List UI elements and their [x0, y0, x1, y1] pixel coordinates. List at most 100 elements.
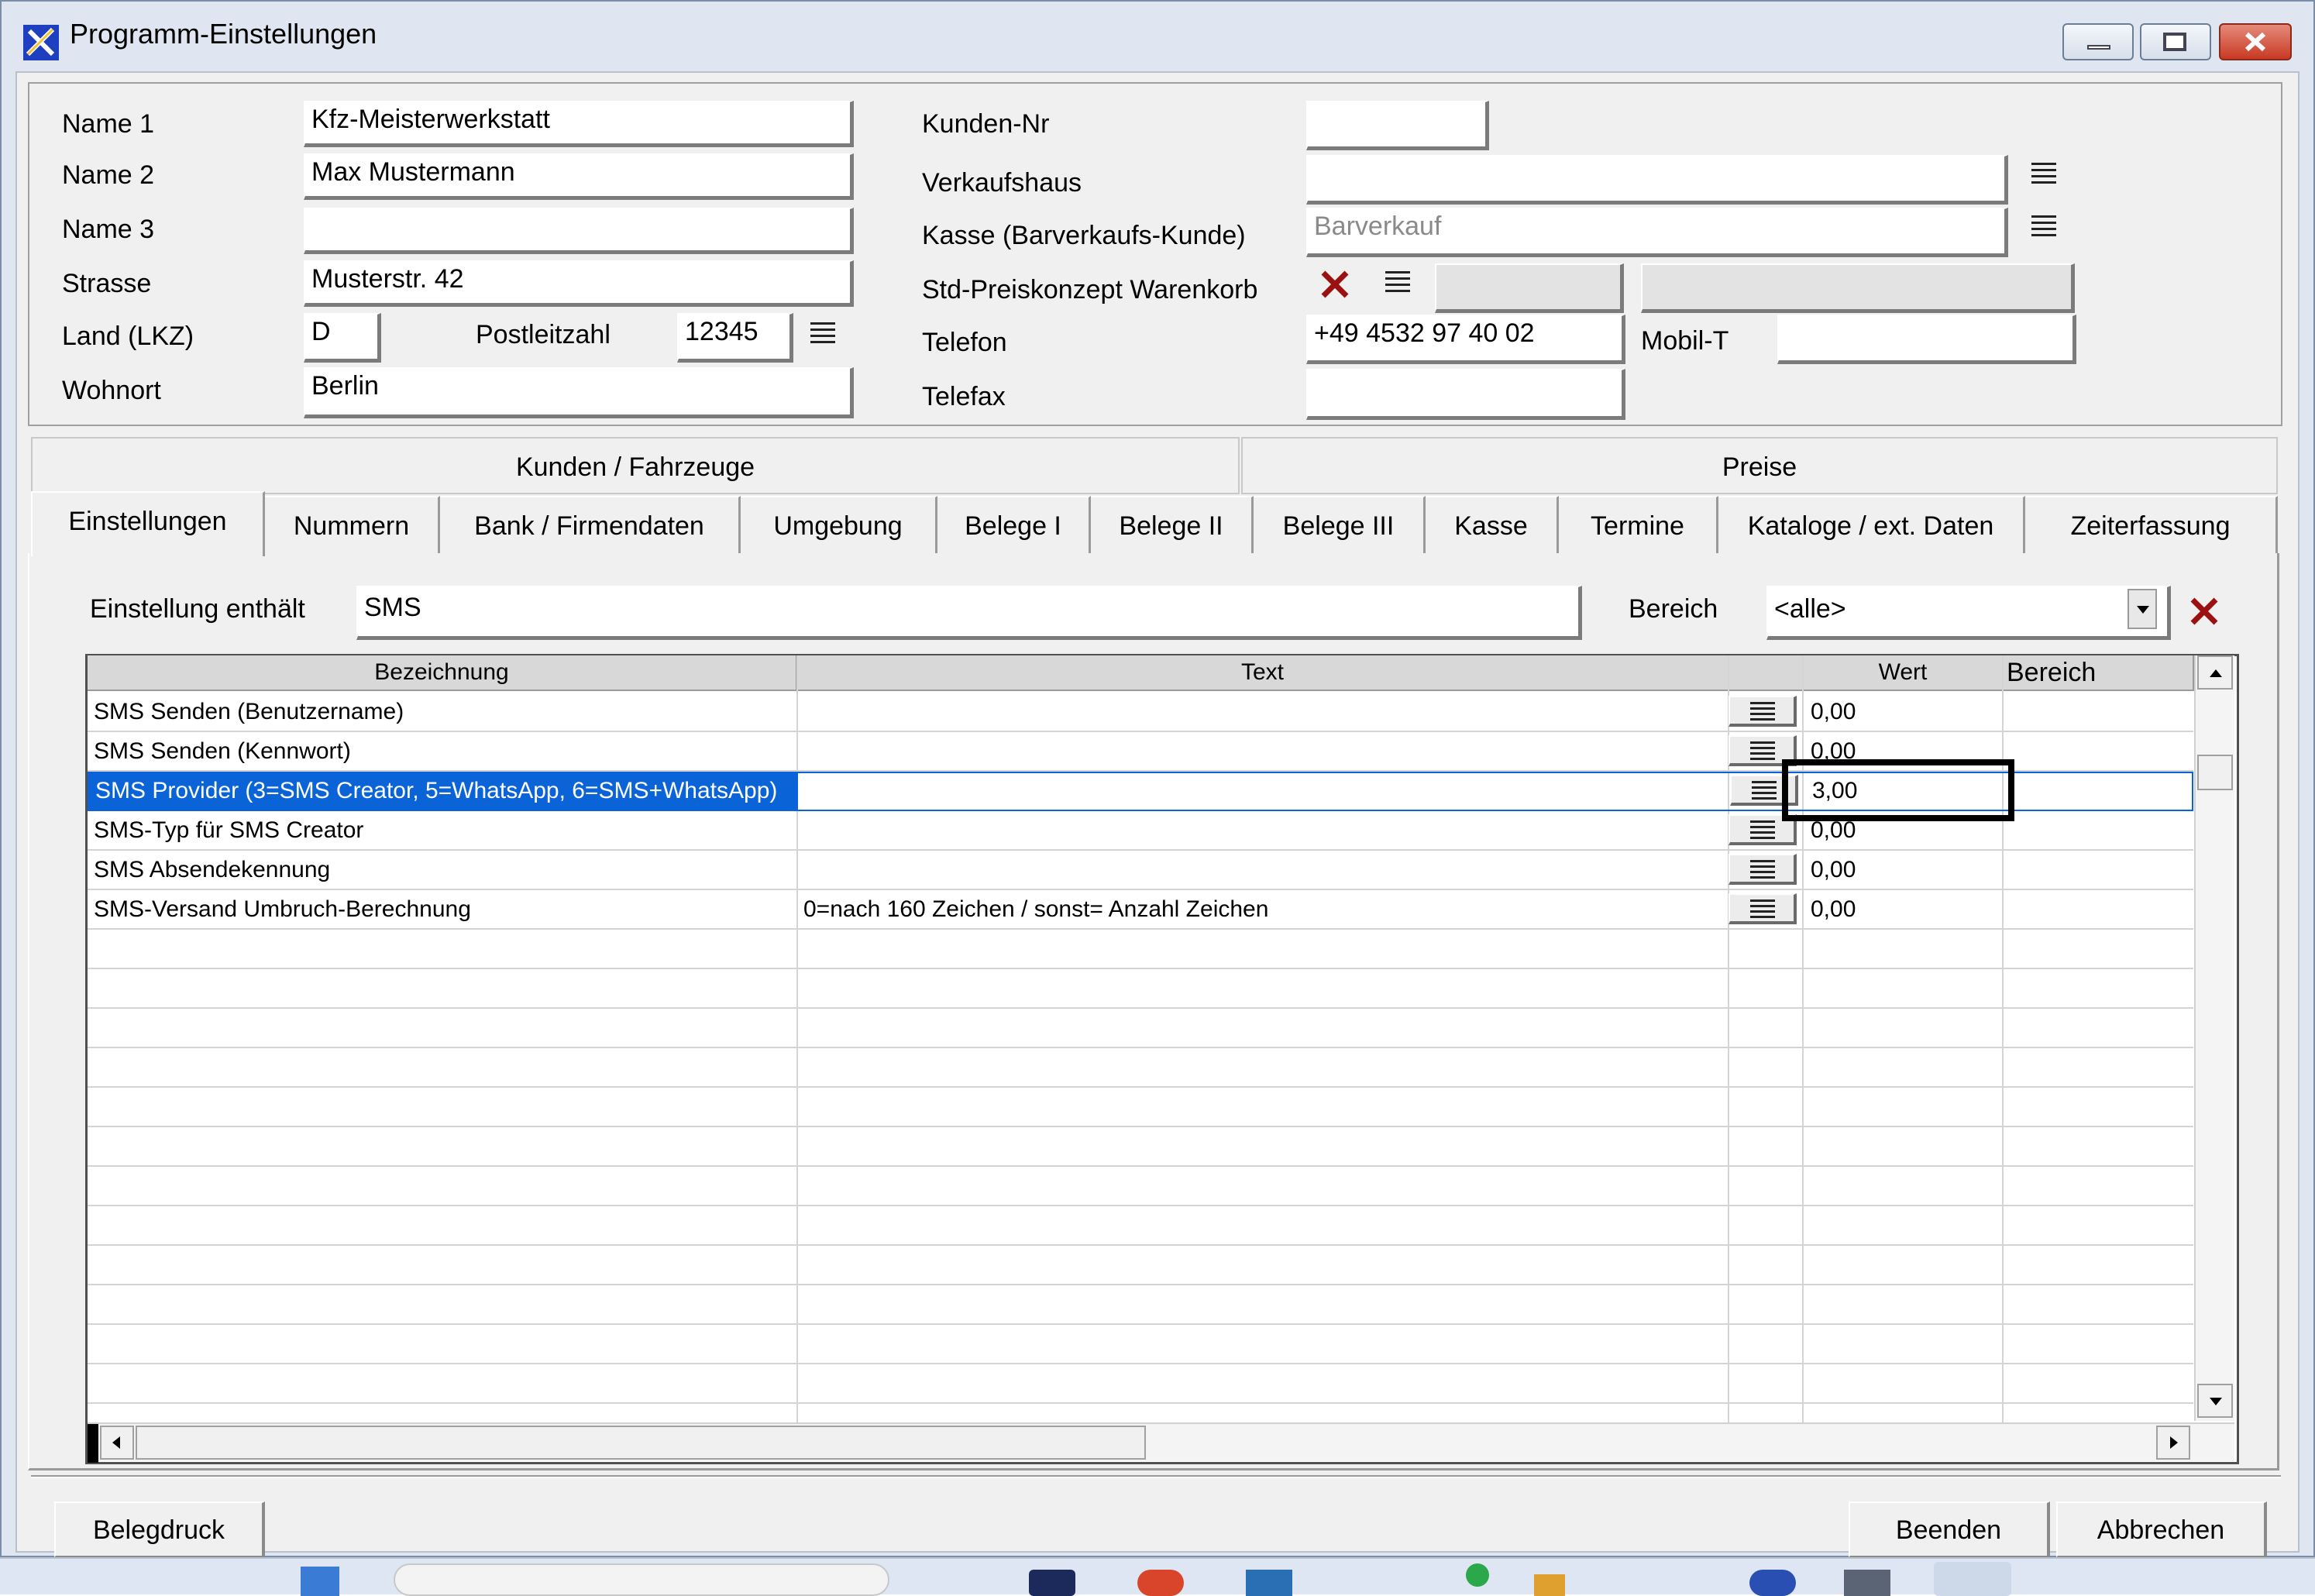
cell-wert[interactable]: 0,00	[1804, 693, 2003, 731]
clear-preiskonzept-icon[interactable]	[1319, 268, 1351, 301]
telefax-field[interactable]	[1306, 369, 1625, 420]
table-row[interactable]: SMS Absendekennung 0,00	[88, 851, 2193, 890]
empty-row	[88, 1325, 2193, 1364]
clear-filter-icon[interactable]	[2188, 595, 2220, 628]
cell-wert[interactable]: 0,00	[1804, 890, 2003, 928]
name2-field[interactable]: Max Mustermann	[304, 153, 854, 200]
beenden-button[interactable]: Beenden	[1849, 1501, 2050, 1557]
row-edit-button[interactable]	[1729, 696, 1797, 727]
tab-termine[interactable]: Termine	[1559, 496, 1718, 553]
filter-input[interactable]: SMS	[356, 586, 1582, 640]
minimize-button[interactable]	[2062, 23, 2134, 60]
scroll-down-button[interactable]	[2197, 1384, 2233, 1418]
telefon-label: Telefon	[922, 328, 1007, 357]
taskbar-app-active[interactable]	[1934, 1562, 2011, 1596]
name3-field[interactable]	[304, 208, 854, 254]
col-header-text[interactable]: Text	[797, 655, 1729, 691]
cell-wert[interactable]: 0,00	[1804, 851, 2003, 889]
tab-belege-1[interactable]: Belege I	[937, 496, 1091, 553]
highlight-box	[1782, 759, 2014, 821]
list-icon	[1749, 816, 1777, 844]
tab-belege-3[interactable]: Belege III	[1254, 496, 1426, 553]
tab-preise[interactable]: Preise	[1241, 437, 2278, 494]
wohnort-field[interactable]: Berlin	[304, 367, 854, 418]
col-header-bezeichnung[interactable]: Bezeichnung	[88, 655, 797, 691]
scroll-up-button[interactable]	[2197, 655, 2233, 690]
filter-label: Einstellung enthält	[90, 594, 305, 624]
tab-zeiterfassung[interactable]: Zeiterfassung	[2025, 496, 2278, 553]
cell-text[interactable]	[799, 772, 1729, 810]
taskbar-app-icon[interactable]	[1029, 1570, 1075, 1596]
plz-field[interactable]: 12345	[677, 313, 793, 363]
tab-kataloge[interactable]: Kataloge / ext. Daten	[1718, 496, 2025, 553]
scroll-right-button[interactable]	[2156, 1426, 2190, 1460]
kasse-list-icon[interactable]	[2030, 212, 2058, 240]
table-row[interactable]: SMS-Versand Umbruch-Berechnung 0=nach 16…	[88, 890, 2193, 930]
tab-nummern[interactable]: Nummern	[265, 496, 440, 553]
cell-text[interactable]	[797, 732, 1727, 770]
row-edit-button[interactable]	[1729, 893, 1797, 924]
cell-text[interactable]: 0=nach 160 Zeichen / sonst= Anzahl Zeich…	[797, 890, 1727, 928]
cell-bezeichnung: SMS Provider (3=SMS Creator, 5=WhatsApp,…	[89, 772, 798, 810]
mobil-field[interactable]	[1777, 315, 2076, 364]
bereich-dropdown-button[interactable]	[2128, 589, 2157, 629]
table-row[interactable]: SMS Senden (Benutzername) 0,00	[88, 693, 2193, 732]
belegdruck-button[interactable]: Belegdruck	[54, 1501, 265, 1557]
horizontal-scrollbar[interactable]	[88, 1422, 2234, 1463]
preiskonzept-list-icon[interactable]	[1384, 268, 1412, 296]
list-icon	[1749, 855, 1777, 883]
bereich-select[interactable]: <alle>	[1766, 586, 2171, 640]
taskbar-app-icon[interactable]	[1534, 1574, 1565, 1596]
strasse-field[interactable]: Musterstr. 42	[304, 260, 854, 307]
chevron-up-icon	[2210, 669, 2222, 677]
name3-label: Name 3	[62, 215, 155, 244]
kasse-label: Kasse (Barverkaufs-Kunde)	[922, 221, 1246, 250]
verkaufshaus-field[interactable]	[1306, 155, 2008, 205]
maximize-button[interactable]	[2140, 23, 2211, 60]
taskbar-app-icon[interactable]	[1246, 1570, 1292, 1596]
close-button[interactable]	[2219, 23, 2292, 60]
verkaufshaus-list-icon[interactable]	[2030, 160, 2058, 187]
scroll-thumb[interactable]	[136, 1426, 1146, 1460]
tab-umgebung[interactable]: Umgebung	[741, 496, 937, 553]
kasse-placeholder: Barverkauf	[1314, 212, 1442, 241]
tab-einstellungen[interactable]: Einstellungen	[31, 491, 265, 556]
strasse-label: Strasse	[62, 269, 152, 298]
empty-row	[88, 1206, 2193, 1246]
taskbar-app-icon[interactable]	[1844, 1570, 1890, 1596]
name1-field[interactable]: Kfz-Meisterwerkstatt	[304, 101, 854, 147]
scroll-thumb[interactable]	[2197, 755, 2233, 790]
cell-bezeichnung: SMS Senden (Kennwort)	[94, 738, 351, 764]
preiskonzept-name-field	[1641, 263, 2075, 313]
tab-kasse[interactable]: Kasse	[1426, 496, 1559, 553]
vertical-scrollbar[interactable]	[2194, 655, 2234, 1421]
tab-kunden-fahrzeuge[interactable]: Kunden / Fahrzeuge	[31, 437, 1240, 494]
abbrechen-button[interactable]: Abbrechen	[2056, 1501, 2267, 1557]
list-icon	[1749, 737, 1777, 765]
col-header-wert[interactable]: Wert	[1804, 655, 2004, 691]
taskbar-app-icon[interactable]	[1466, 1563, 1489, 1587]
tab-belege-2[interactable]: Belege II	[1091, 496, 1254, 553]
col-header-bereich[interactable]: Bereich	[2004, 655, 2194, 691]
name1-label: Name 1	[62, 109, 155, 139]
taskbar-search[interactable]	[394, 1563, 889, 1596]
telefon-field[interactable]: +49 4532 97 40 02	[1306, 315, 1625, 364]
kundennr-field[interactable]	[1306, 101, 1489, 150]
tab-bank-firmendaten[interactable]: Bank / Firmendaten	[440, 496, 741, 553]
start-icon[interactable]	[301, 1567, 339, 1596]
col-header-button	[1729, 655, 1804, 691]
taskbar-app-icon[interactable]	[1749, 1570, 1796, 1596]
kasse-field[interactable]: Barverkauf	[1306, 208, 2008, 257]
cell-text[interactable]	[797, 811, 1727, 849]
taskbar-app-icon[interactable]	[1137, 1570, 1184, 1596]
cell-bereich	[2004, 732, 2190, 770]
cell-text[interactable]	[797, 851, 1727, 889]
plz-list-icon[interactable]	[809, 319, 837, 347]
row-edit-button[interactable]	[1729, 854, 1797, 885]
list-icon	[1749, 895, 1777, 923]
scroll-left-button[interactable]	[100, 1426, 134, 1460]
empty-row	[88, 1167, 2193, 1206]
land-field[interactable]: D	[304, 313, 381, 363]
cell-text[interactable]	[797, 693, 1727, 731]
title-bar[interactable]: Programm-Einstellungen	[2, 2, 2315, 70]
